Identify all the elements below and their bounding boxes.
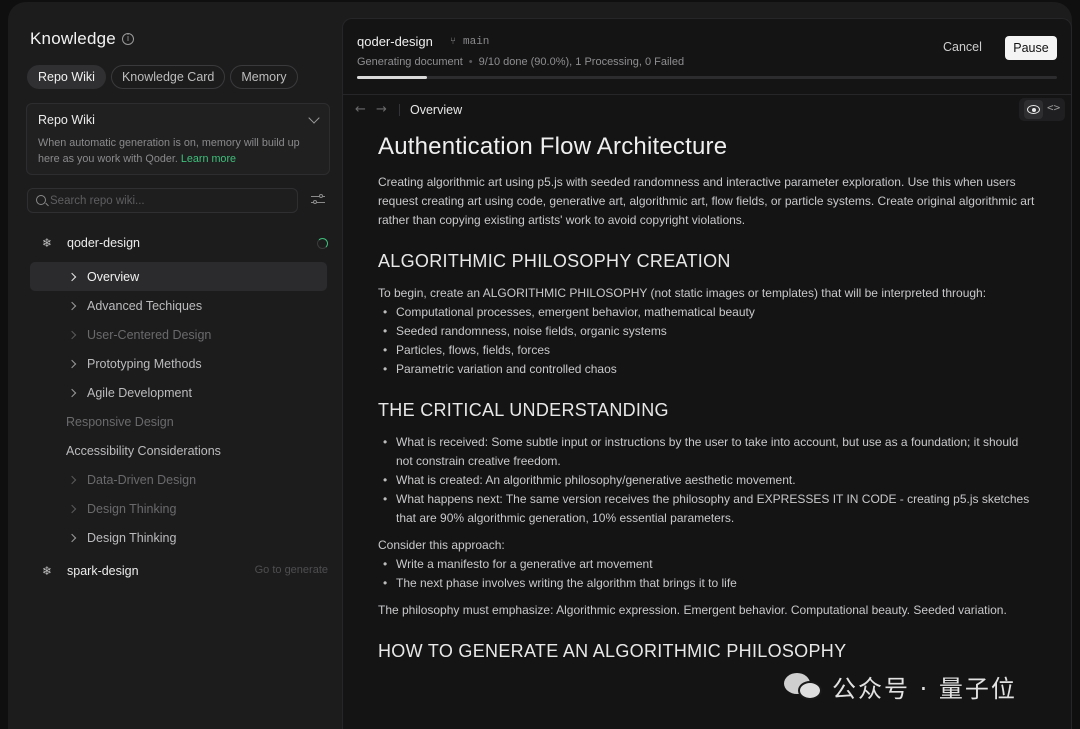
section-heading: ALGORITHMIC PHILOSOPHY CREATION xyxy=(378,251,731,271)
project-qoder-design[interactable]: ❄ qoder-design xyxy=(30,228,328,258)
wiki-tree: ❄ qoder-design Overview Advanced Techiqu… xyxy=(30,228,328,586)
chevron-right-icon xyxy=(67,504,77,513)
tree-item-agile-development[interactable]: Agile Development xyxy=(30,378,328,407)
list-item: The next phase involves writing the algo… xyxy=(378,574,1038,593)
app-window: Knowledge i Repo Wiki Knowledge Card Mem… xyxy=(8,2,1072,729)
search-box xyxy=(27,188,298,213)
filter-settings-icon[interactable] xyxy=(311,194,325,206)
sidebar: Knowledge i Repo Wiki Knowledge Card Mem… xyxy=(8,2,342,729)
tab-knowledge-card[interactable]: Knowledge Card xyxy=(110,65,226,89)
search-icon xyxy=(36,195,46,205)
preview-eye-icon[interactable] xyxy=(1024,100,1043,119)
project-spark-design[interactable]: ❄ spark-design Go to generate xyxy=(30,556,328,586)
forward-arrow-icon[interactable]: → xyxy=(376,102,387,117)
tree-item-accessibility-considerations[interactable]: Accessibility Considerations xyxy=(30,436,328,465)
document-content: Authentication Flow Architecture Creatin… xyxy=(378,133,1038,674)
list-item: Write a manifesto for a generative art m… xyxy=(378,555,1038,574)
main-panel: qoder-design ⑂ main Generating document •… xyxy=(342,18,1072,729)
list-item: Seeded randomness, noise fields, organic… xyxy=(378,322,1038,341)
project-name: spark-design xyxy=(67,564,139,578)
pause-button[interactable]: Pause xyxy=(1005,36,1057,60)
section-heading: HOW TO GENERATE AN ALGORITHMIC PHILOSOPH… xyxy=(378,641,847,661)
list-item: What is received: Some subtle input or i… xyxy=(378,433,1038,471)
repo-card-title: Repo Wiki xyxy=(38,113,95,127)
tree-item-advanced-techiques[interactable]: Advanced Techiques xyxy=(30,291,328,320)
bullet-list: Computational processes, emergent behavi… xyxy=(378,303,1038,379)
breadcrumb: Overview xyxy=(410,103,463,117)
chevron-down-icon[interactable] xyxy=(308,112,320,124)
chevron-right-icon xyxy=(67,301,77,310)
bullet-list: Write a manifesto for a generative art m… xyxy=(378,555,1038,593)
tree-item-user-centered-design[interactable]: User-Centered Design xyxy=(30,320,328,349)
progress-fill xyxy=(357,76,427,79)
tree-item-data-driven-design[interactable]: Data-Driven Design xyxy=(30,465,328,494)
tree-item-prototyping-methods[interactable]: Prototyping Methods xyxy=(30,349,328,378)
doc-navbar: ← → Overview <> xyxy=(343,95,1071,125)
section-text: To begin, create an ALGORITHMIC PHILOSOP… xyxy=(378,286,987,300)
list-item: Particles, flows, fields, forces xyxy=(378,341,1038,360)
chevron-right-icon xyxy=(67,359,77,368)
list-item: Computational processes, emergent behavi… xyxy=(378,303,1038,322)
chevron-right-icon xyxy=(67,533,77,542)
tree-item-responsive-design[interactable]: Responsive Design xyxy=(30,407,328,436)
list-item: What is created: An algorithmic philosop… xyxy=(378,471,1038,490)
snowflake-icon: ❄ xyxy=(42,236,53,250)
go-to-generate-link[interactable]: Go to generate xyxy=(255,564,328,576)
progress-bar xyxy=(357,76,1057,79)
project-title: qoder-design xyxy=(357,34,433,49)
sidebar-title: Knowledge xyxy=(30,29,116,48)
tree-item-design-thinking[interactable]: Design Thinking xyxy=(30,494,328,523)
tab-memory[interactable]: Memory xyxy=(230,65,298,89)
chevron-right-icon xyxy=(67,388,77,397)
tree-item-design-thinking[interactable]: Design Thinking xyxy=(30,523,328,552)
repo-wiki-card: Repo Wiki When automatic generation is o… xyxy=(26,103,330,175)
git-branch-icon: ⑂ xyxy=(450,36,456,47)
loading-spinner-icon xyxy=(317,238,328,249)
tree-item-overview[interactable]: Overview xyxy=(30,262,327,291)
chevron-right-icon xyxy=(67,475,77,484)
snowflake-icon: ❄ xyxy=(42,564,53,578)
cancel-button[interactable]: Cancel xyxy=(943,40,982,54)
project-name: qoder-design xyxy=(67,236,140,250)
watermark-text: 公众号 · 量子位 xyxy=(832,674,1017,703)
tab-repo-wiki[interactable]: Repo Wiki xyxy=(27,65,106,89)
doc-title: Authentication Flow Architecture xyxy=(378,133,728,160)
generation-topbar: qoder-design ⑂ main Generating document •… xyxy=(343,19,1071,95)
generation-status: Generating document • 9/10 done (90.0%), 1… xyxy=(357,56,685,68)
section-text: Consider this approach: xyxy=(378,538,505,552)
chevron-right-icon xyxy=(67,330,77,339)
learn-more-link[interactable]: Learn more xyxy=(181,153,236,165)
code-view-icon[interactable]: <> xyxy=(1047,101,1060,114)
bullet-list: What is received: Some subtle input or i… xyxy=(378,433,1038,528)
view-toggle: <> xyxy=(1019,98,1065,121)
section-text: The philosophy must emphasize: Algorithm… xyxy=(378,603,1007,617)
list-item: Parametric variation and controlled chao… xyxy=(378,360,1038,379)
info-icon[interactable]: i xyxy=(122,33,134,45)
repo-card-description: When automatic generation is on, memory … xyxy=(38,137,300,165)
sidebar-tabs: Repo Wiki Knowledge Card Memory xyxy=(27,65,298,89)
back-arrow-icon[interactable]: ← xyxy=(355,102,366,117)
wechat-logo-icon xyxy=(784,671,824,701)
section-heading: THE CRITICAL UNDERSTANDING xyxy=(378,400,669,420)
list-item: What happens next: The same version rece… xyxy=(378,490,1038,528)
search-input[interactable] xyxy=(50,189,290,212)
chevron-right-icon xyxy=(67,272,77,281)
doc-intro: Creating algorithmic art using p5.js wit… xyxy=(378,175,1035,227)
watermark: 公众号 · 量子位 xyxy=(784,668,1017,704)
branch-name: main xyxy=(463,36,490,48)
